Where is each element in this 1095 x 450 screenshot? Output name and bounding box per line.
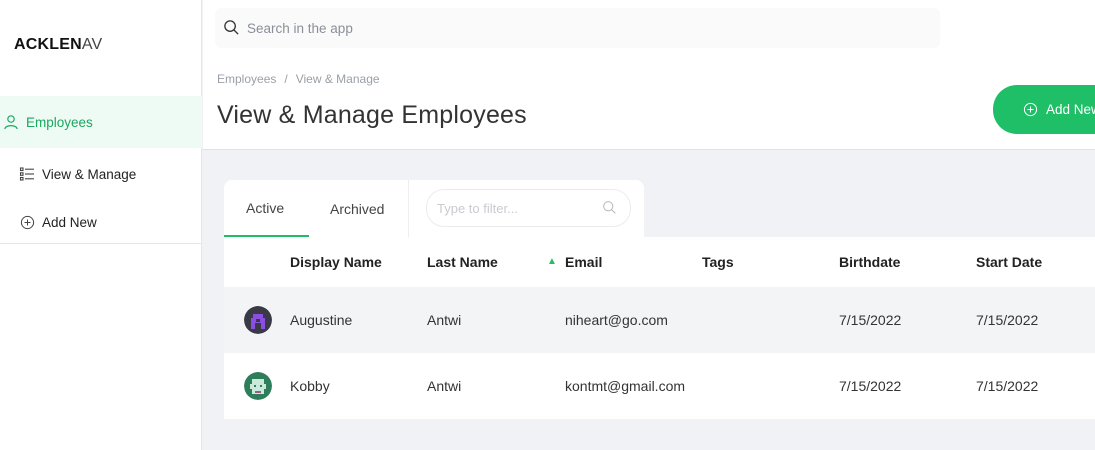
- cell-last-name: Antwi: [427, 312, 462, 328]
- sidebar-item-label: Employees: [26, 114, 93, 130]
- tab-active[interactable]: Active: [224, 180, 309, 237]
- column-header-birthdate[interactable]: Birthdate: [839, 237, 900, 287]
- cell-start-date: 7/15/2022: [976, 378, 1039, 394]
- plus-circle-icon: [1023, 102, 1039, 118]
- column-header-tags[interactable]: Tags: [702, 237, 734, 287]
- search-input[interactable]: [247, 20, 847, 36]
- sidebar-item-view-manage[interactable]: View & Manage: [0, 148, 202, 200]
- plus-circle-icon: [18, 213, 36, 231]
- employees-table: Display Name Last Name ▲ Email Tags Birt…: [224, 237, 1095, 419]
- tab-archived[interactable]: Archived: [330, 180, 384, 237]
- filter-box[interactable]: [426, 189, 631, 227]
- sort-ascending-icon: ▲: [547, 256, 557, 267]
- cell-email: niheart@go.com: [565, 312, 668, 328]
- cell-email: kontmt@gmail.com: [565, 378, 686, 394]
- cell-display-name: Kobby: [290, 378, 330, 394]
- filter-input[interactable]: [437, 200, 597, 216]
- cell-display-name: Augustine: [290, 312, 353, 328]
- cell-birthdate: 7/15/2022: [839, 312, 902, 328]
- sidebar-item-label: View & Manage: [42, 166, 137, 182]
- breadcrumb-item-employees[interactable]: Employees: [217, 72, 276, 86]
- table-row[interactable]: Augustine Antwi niheart@go.com 7/15/2022…: [224, 287, 1095, 353]
- column-header-last-name[interactable]: Last Name: [427, 237, 498, 287]
- user-icon: [2, 113, 20, 131]
- table-row[interactable]: Kobby Antwi kontmt@gmail.com 7/15/2022 7…: [224, 353, 1095, 419]
- breadcrumb: Employees / View & Manage: [217, 72, 380, 86]
- list-icon: [18, 165, 36, 183]
- breadcrumb-item-view-manage: View & Manage: [295, 72, 380, 86]
- search-icon[interactable]: [602, 200, 618, 216]
- global-search[interactable]: [215, 8, 940, 48]
- sidebar-item-label: Add New: [42, 214, 97, 230]
- app-logo[interactable]: ACKLENAV: [14, 36, 102, 54]
- column-header-display-name[interactable]: Display Name: [290, 237, 382, 287]
- search-icon: [223, 19, 241, 37]
- cell-last-name: Antwi: [427, 378, 462, 394]
- column-header-email[interactable]: Email: [565, 237, 602, 287]
- cell-start-date: 7/15/2022: [976, 312, 1039, 328]
- add-new-label: Add New: [1046, 102, 1095, 117]
- avatar: [244, 306, 272, 334]
- sidebar-item-add-new[interactable]: Add New: [0, 196, 202, 248]
- cell-birthdate: 7/15/2022: [839, 378, 902, 394]
- page-title: View & Manage Employees: [217, 101, 527, 129]
- breadcrumb-separator: /: [284, 72, 288, 86]
- avatar: [244, 372, 272, 400]
- add-new-button[interactable]: Add New: [993, 85, 1095, 134]
- page-header: Employees / View & Manage View & Manage Em…: [203, 0, 1095, 150]
- tabs-bar: Active Archived: [224, 180, 644, 238]
- sidebar: ACKLENAV Employees View & Manage Add New: [0, 0, 202, 450]
- tab-divider: [408, 180, 409, 238]
- sidebar-item-employees[interactable]: Employees: [0, 96, 202, 148]
- column-header-start-date[interactable]: Start Date: [976, 237, 1042, 287]
- sidebar-divider: [0, 243, 202, 244]
